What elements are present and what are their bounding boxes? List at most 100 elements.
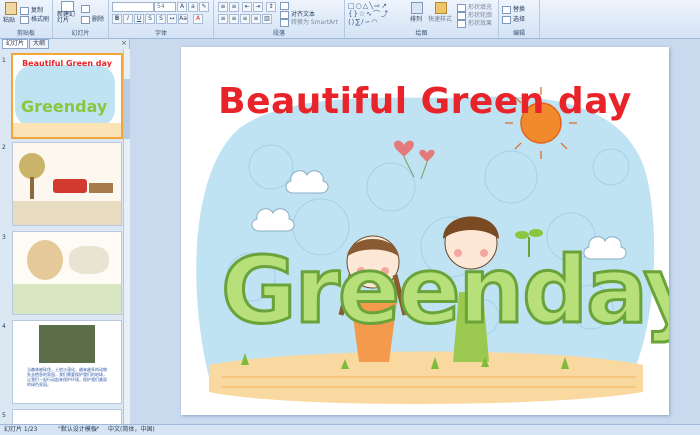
thumb-ground — [13, 201, 121, 225]
thumb-ground — [13, 284, 121, 314]
strikethrough-icon[interactable]: S — [145, 14, 155, 24]
clipboard-group: 粘贴 复制 格式刷 剪贴板 — [0, 0, 53, 38]
slide-title[interactable]: Beautiful Green day — [181, 81, 669, 122]
wind-swirl — [27, 240, 63, 280]
tree-trunk — [30, 177, 34, 199]
new-slide-label: 新建幻灯片 — [57, 11, 76, 24]
slide-thumb-2[interactable] — [12, 142, 122, 226]
forest-photo — [39, 325, 95, 363]
green-day-art-text[interactable]: Greenday — [219, 236, 669, 346]
italic-icon[interactable]: I — [123, 14, 133, 24]
arrange-icon — [411, 2, 423, 14]
font-name-field[interactable] — [112, 2, 154, 12]
smartart-button[interactable]: 转换为 SmartArt — [280, 17, 338, 27]
shrink-font-icon[interactable]: a — [188, 2, 198, 12]
font-group-label: 字体 — [154, 30, 167, 37]
arrange-button[interactable]: 排列 — [407, 2, 427, 26]
select-button[interactable]: 选择 — [502, 14, 525, 24]
paste-label: 粘贴 — [3, 17, 16, 24]
paragraph-group-label: 段落 — [272, 30, 285, 37]
select-icon — [502, 15, 511, 24]
arrange-label: 排列 — [410, 16, 423, 23]
brush-icon — [20, 15, 29, 24]
decrease-indent-icon[interactable]: ⇤ — [242, 2, 252, 12]
select-label: 选择 — [513, 16, 526, 23]
columns-icon[interactable]: ▥ — [262, 14, 272, 24]
copy-label: 复制 — [31, 7, 44, 14]
align-center-icon[interactable]: ≡ — [229, 14, 239, 24]
bold-icon[interactable]: B — [112, 14, 122, 24]
paste-icon — [5, 2, 17, 15]
shape-effects-label: 形状效果 — [468, 20, 493, 27]
delete-icon — [81, 15, 90, 24]
align-right-icon[interactable]: ≡ — [240, 14, 250, 24]
panel-tabs: 幻灯片 大纲 — [2, 39, 50, 49]
drawing-group: □○△╲⇨↗ {}☆∿⌒⤴ ⟨⟩∑∕∽◠ 排列 快速样式 形状填充 形状轮廓 形状效… — [345, 0, 499, 38]
ribbon: 粘贴 复制 格式刷 剪贴板 新建幻灯片 删除 幻灯片 54 A a ✎ B I … — [0, 0, 700, 39]
slide-thumb-5[interactable] — [12, 409, 122, 425]
drawing-group-label: 绘图 — [415, 30, 428, 37]
slides-group: 新建幻灯片 删除 幻灯片 — [53, 0, 109, 38]
panel-scrollbar[interactable] — [123, 49, 130, 424]
slide-thumb-4[interactable]: 当森林被砍伐，土地沙漠化，越来越多的动物失去栖息的家园，我们需要保护我们的地球，… — [12, 320, 122, 404]
bullets-icon[interactable]: ≡ — [218, 2, 228, 12]
font-size-field[interactable]: 54 — [154, 2, 176, 12]
shapes-gallery[interactable]: □○△╲⇨↗ {}☆∿⌒⤴ ⟨⟩∑∕∽◠ — [348, 2, 400, 26]
smartart-icon — [280, 18, 289, 27]
slide-thumb-1[interactable]: Beautiful Green day Greenday — [11, 53, 123, 139]
font-color-icon[interactable]: A — [193, 14, 203, 24]
thumb-sky — [15, 65, 115, 127]
increase-indent-icon[interactable]: ⇥ — [253, 2, 263, 12]
format-painter-button[interactable]: 格式刷 — [20, 14, 49, 24]
tree-icon — [19, 153, 45, 179]
effects-icon — [457, 19, 466, 28]
slide-canvas[interactable]: Beautiful Green day Greenday — [181, 47, 669, 415]
shadow-icon[interactable]: S — [156, 14, 166, 24]
slide-thumb-3[interactable] — [12, 231, 122, 315]
thumb-number: 2 — [2, 144, 6, 151]
clipboard-group-label: 剪贴板 — [16, 30, 35, 37]
thumb-number: 5 — [2, 412, 6, 419]
new-slide-button[interactable]: 新建幻灯片 — [57, 1, 75, 25]
replace-button[interactable]: 替换 — [502, 4, 525, 14]
thumb-art-text: Greenday — [21, 97, 108, 116]
editing-group-label: 编辑 — [512, 30, 525, 37]
thumb-number: 3 — [2, 234, 6, 241]
quick-styles-label: 快速样式 — [428, 16, 453, 23]
quick-styles-icon — [435, 2, 447, 14]
justify-icon[interactable]: ≡ — [251, 14, 261, 24]
font-group: 54 A a ✎ B I U S S ↔ Aa A 字体 — [109, 0, 214, 38]
underline-icon[interactable]: U — [134, 14, 144, 24]
quick-styles-button[interactable]: 快速样式 — [428, 2, 453, 26]
thumb-number: 1 — [2, 57, 6, 64]
delete-slide-button[interactable]: 删除 — [81, 14, 104, 24]
paste-button[interactable]: 粘贴 — [3, 2, 17, 24]
tab-slides[interactable]: 幻灯片 — [2, 39, 29, 49]
numbering-icon[interactable]: ≡ — [229, 2, 239, 12]
align-left-icon[interactable]: ≡ — [218, 14, 228, 24]
thumb-title: Beautiful Green day — [22, 59, 112, 68]
shape-effects-button[interactable]: 形状效果 — [457, 18, 492, 28]
slide-thumbnail-panel: 幻灯片 大纲 × 1 Beautiful Green day Greenday 2… — [0, 39, 130, 425]
replace-label: 替换 — [513, 6, 526, 13]
change-case-icon[interactable]: Aa — [178, 14, 188, 24]
thumb-number: 4 — [2, 323, 6, 330]
smartart-label: 转换为 SmartArt — [291, 19, 338, 26]
grow-font-icon[interactable]: A — [177, 2, 187, 12]
slide-editor: Beautiful Green day Greenday — [130, 39, 700, 424]
tab-outline[interactable]: 大纲 — [29, 39, 50, 49]
line-spacing-icon[interactable]: ↕ — [266, 2, 276, 12]
editing-group: 替换 选择 编辑 — [499, 0, 540, 38]
format-painter-label: 格式刷 — [31, 16, 50, 23]
status-bar: 幻灯片 1/23 "默认设计模板" ✓ 中文(简体，中国) — [0, 424, 700, 435]
truck-icon — [53, 179, 87, 193]
paragraph-group: ≡ ≡ ⇤ ⇥ ↕ ≡ ≡ ≡ ≡ ▥ 对齐文本 转换为 SmartArt 段落 — [214, 0, 345, 38]
spacing-icon[interactable]: ↔ — [167, 14, 177, 24]
close-panel-icon[interactable]: × — [121, 39, 127, 47]
layout-button[interactable] — [81, 5, 92, 13]
thumb-ground — [13, 123, 121, 137]
clear-format-icon[interactable]: ✎ — [199, 2, 209, 12]
layout-icon — [81, 5, 90, 13]
delete-label: 删除 — [92, 16, 105, 23]
thumb-body-text: 当森林被砍伐，土地沙漠化，越来越多的动物失去栖息的家园，我们需要保护我们的地球，… — [27, 367, 107, 387]
